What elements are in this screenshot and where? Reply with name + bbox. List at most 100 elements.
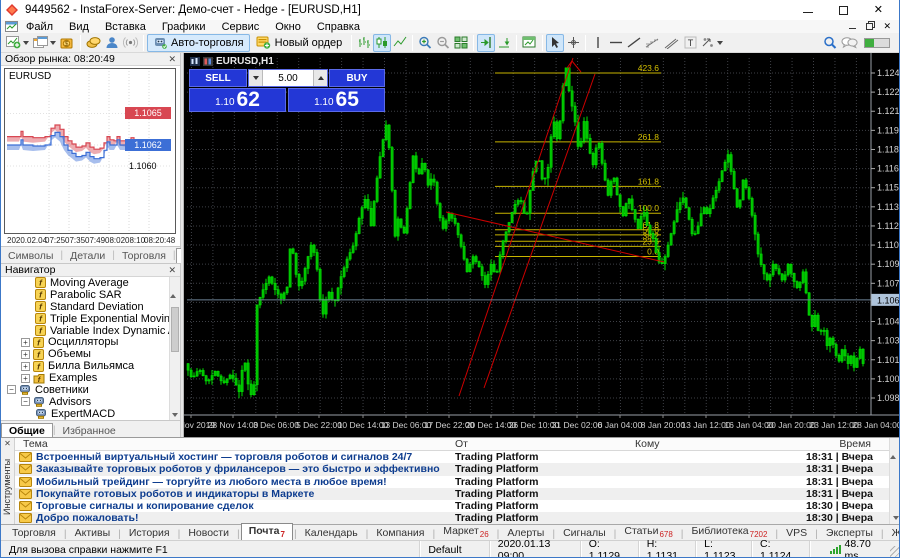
market-watch-header[interactable]: Обзор рынка: 08:20:49 ✕ bbox=[1, 53, 180, 66]
mail-row[interactable]: Торговые сигналы и копирование сделок Tra… bbox=[15, 500, 889, 512]
window-close-button[interactable]: ✕ bbox=[874, 5, 883, 16]
window-maximize-button[interactable] bbox=[838, 5, 848, 15]
close-icon[interactable]: ✕ bbox=[168, 265, 176, 276]
scroll-down-icon[interactable] bbox=[892, 516, 899, 520]
bottom-tab-8[interactable]: Маркет26 bbox=[436, 524, 495, 540]
search-button[interactable] bbox=[821, 34, 839, 52]
volume-decrease-button[interactable] bbox=[249, 70, 263, 86]
column-from[interactable]: От bbox=[455, 438, 468, 450]
zoom-out-button[interactable] bbox=[434, 34, 452, 52]
navigator-item[interactable]: + f Examples bbox=[1, 372, 169, 384]
community-button[interactable] bbox=[103, 34, 121, 52]
text-tool-button[interactable]: T bbox=[681, 34, 699, 52]
bottom-tab-5[interactable]: Почта7 bbox=[240, 522, 293, 541]
buy-button[interactable]: BUY bbox=[329, 69, 385, 87]
deposit-button[interactable]: $ bbox=[58, 34, 77, 52]
resize-grip[interactable] bbox=[890, 546, 899, 557]
autotrade-button[interactable]: Авто-торговля bbox=[147, 33, 250, 52]
expand-icon[interactable]: + bbox=[21, 349, 30, 359]
bottom-tab-15[interactable]: Журнал bbox=[885, 526, 899, 540]
navigator-item[interactable]: − Advisors bbox=[1, 396, 169, 408]
new-order-button[interactable]: Новый ордер bbox=[250, 34, 349, 52]
close-icon[interactable]: ✕ bbox=[168, 54, 176, 65]
menu-item[interactable]: Сервис bbox=[214, 21, 268, 33]
navigator-item[interactable]: ExpertMACD bbox=[1, 408, 169, 420]
bottom-tab-3[interactable]: История bbox=[122, 526, 177, 540]
shapes-tool-button[interactable] bbox=[699, 34, 725, 52]
crosshair-tool-button[interactable] bbox=[564, 34, 582, 52]
zoom-in-button[interactable] bbox=[416, 34, 434, 52]
navigator-tab-2[interactable]: Избранное bbox=[56, 424, 123, 438]
collapse-icon[interactable]: − bbox=[21, 397, 30, 407]
tile-windows-button[interactable] bbox=[452, 34, 470, 52]
fibonacci-tool-button[interactable] bbox=[643, 34, 662, 52]
column-subject[interactable]: Тема bbox=[23, 438, 48, 450]
menu-item[interactable]: Окно bbox=[267, 21, 309, 33]
new-chart-button[interactable] bbox=[4, 34, 31, 52]
scrollbar-thumb[interactable] bbox=[171, 307, 179, 352]
volume-increase-button[interactable] bbox=[313, 70, 327, 86]
scroll-up-icon[interactable] bbox=[890, 438, 896, 459]
bottom-tab-4[interactable]: Новости bbox=[181, 526, 236, 540]
scroll-down-icon[interactable] bbox=[172, 413, 178, 417]
chart-shift-button[interactable] bbox=[477, 33, 496, 52]
expand-icon[interactable]: + bbox=[21, 361, 30, 371]
column-to[interactable]: Кому bbox=[635, 438, 660, 450]
navigator-scrollbar[interactable] bbox=[169, 277, 180, 420]
navigator-item[interactable]: f Triple Exponential Moving Avera bbox=[1, 313, 169, 325]
mail-row[interactable]: Мобильный трейдинг — торгуйте из любого … bbox=[15, 476, 889, 488]
expand-icon[interactable]: + bbox=[21, 373, 30, 383]
sell-price[interactable]: 1.10 62 bbox=[189, 88, 286, 112]
profiles-button[interactable] bbox=[31, 34, 58, 52]
mail-row[interactable]: Заказывайте торговых роботов у фрилансер… bbox=[15, 463, 889, 476]
vertical-line-tool-button[interactable] bbox=[589, 34, 607, 52]
title-bar[interactable]: 9449562 - InstaForex-Server: Демо-счет -… bbox=[1, 0, 899, 20]
volume-value[interactable]: 5.00 bbox=[263, 70, 313, 86]
horizontal-line-tool-button[interactable] bbox=[607, 34, 625, 52]
bottom-tab-2[interactable]: Активы bbox=[68, 526, 118, 540]
mail-row[interactable]: Встроенный виртуальный хостинг — торговл… bbox=[15, 451, 889, 463]
navigator-item[interactable]: + f Объемы bbox=[1, 348, 169, 360]
expand-icon[interactable]: + bbox=[21, 337, 30, 347]
channel-tool-button[interactable] bbox=[662, 34, 681, 52]
navigator-item[interactable]: + f Осцилляторы bbox=[1, 336, 169, 348]
mdi-restore-button[interactable] bbox=[866, 23, 874, 30]
scroll-up-icon[interactable] bbox=[170, 277, 176, 298]
cursor-tool-button[interactable] bbox=[546, 33, 565, 52]
close-icon[interactable]: ✕ bbox=[1, 439, 14, 448]
indicators-window-button[interactable] bbox=[520, 34, 539, 52]
market-watch-tab-3[interactable]: Торговля bbox=[115, 249, 173, 263]
chart-bars-button[interactable] bbox=[355, 34, 373, 52]
menu-item[interactable]: Вставка bbox=[97, 21, 154, 33]
navigator-item[interactable]: f Standard Deviation bbox=[1, 301, 169, 313]
bottom-tab-7[interactable]: Компания bbox=[369, 526, 431, 540]
status-profile[interactable]: Default bbox=[420, 541, 490, 557]
bottom-tab-6[interactable]: Календарь bbox=[298, 526, 365, 540]
mail-scrollbar[interactable] bbox=[889, 438, 899, 525]
collapse-icon[interactable]: − bbox=[7, 385, 16, 395]
navigator-item[interactable]: f Parabolic SAR bbox=[1, 289, 169, 301]
buy-price[interactable]: 1.10 65 bbox=[288, 88, 385, 112]
column-time[interactable]: Время bbox=[839, 438, 871, 450]
menu-item[interactable]: Файл bbox=[18, 21, 61, 33]
chart-line-button[interactable] bbox=[391, 34, 409, 52]
auto-scroll-button[interactable] bbox=[495, 34, 513, 52]
trendline-tool-button[interactable] bbox=[625, 34, 643, 52]
navigator-header[interactable]: Навигатор ✕ bbox=[1, 264, 180, 277]
mdi-close-button[interactable]: ✕ bbox=[883, 21, 891, 32]
mdi-minimize-button[interactable] bbox=[849, 27, 857, 29]
menu-item[interactable]: Графики bbox=[154, 21, 214, 33]
navigator-item[interactable]: − Советники bbox=[1, 384, 169, 396]
signals-broadcast-button[interactable] bbox=[121, 34, 140, 52]
sell-button[interactable]: SELL bbox=[189, 69, 247, 87]
market-watch-tab-1[interactable]: Символы bbox=[1, 249, 60, 263]
payments-button[interactable] bbox=[84, 34, 103, 52]
bottom-tab-1[interactable]: Торговля bbox=[5, 526, 63, 540]
chat-button[interactable] bbox=[839, 34, 860, 52]
navigator-item[interactable]: f Variable Index Dynamic Average bbox=[1, 325, 169, 337]
chart-candles-button[interactable] bbox=[373, 33, 392, 52]
chart-window[interactable]: 423.6261.8161.8100.061.850.038.223.60.01… bbox=[184, 53, 899, 437]
market-watch-tab-2[interactable]: Детали bbox=[63, 249, 112, 263]
navigator-item[interactable]: f Moving Average bbox=[1, 277, 169, 289]
status-connection[interactable]: 48.70 ms bbox=[822, 538, 891, 557]
